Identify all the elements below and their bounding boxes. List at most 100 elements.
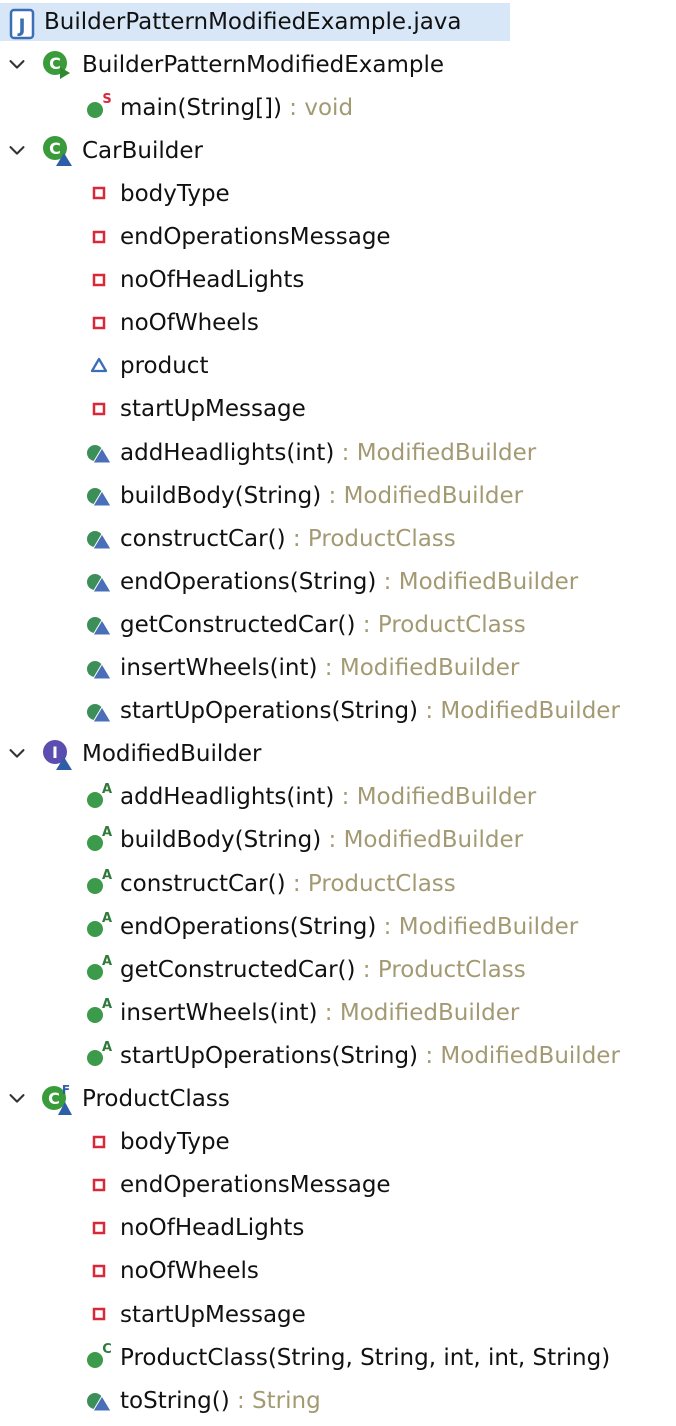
- outline-member-row[interactable]: getConstructedCar() : ProductClass: [0, 603, 676, 646]
- outline-member-row[interactable]: startUpOperations(String) : ModifiedBuil…: [0, 690, 676, 733]
- member-signature: startUpMessage: [120, 396, 306, 423]
- default-method-icon: [82, 564, 116, 598]
- member-signature: endOperations(String): [120, 568, 377, 595]
- outline-member-row[interactable]: AinsertWheels(int) : ModifiedBuilder: [0, 991, 676, 1034]
- outline-class-row[interactable]: C F ProductClass: [0, 1078, 676, 1121]
- member-return-type: : String: [229, 1387, 321, 1414]
- private-field-icon: [82, 1254, 116, 1288]
- svg-text:A: A: [102, 868, 112, 883]
- outline-label: insertWheels(int) : ModifiedBuilder: [120, 655, 519, 681]
- outline-member-row[interactable]: buildBody(String) : ModifiedBuilder: [0, 474, 676, 517]
- outline-tree: J BuilderPatternModifiedExample.java C Buil…: [0, 0, 676, 1426]
- outline-label: getConstructedCar() : ProductClass: [120, 612, 526, 638]
- outline-label: BuilderPatternModifiedExample: [82, 52, 444, 78]
- outline-member-row[interactable]: bodyType: [0, 1121, 676, 1164]
- member-signature: constructCar(): [120, 525, 286, 552]
- interface-icon: I: [40, 737, 74, 771]
- outline-label: main(String[]) : void: [120, 95, 353, 121]
- file-name: BuilderPatternModifiedExample.java: [44, 9, 462, 35]
- outline-label: noOfHeadLights: [120, 1215, 304, 1241]
- outline-member-row[interactable]: constructCar() : ProductClass: [0, 517, 676, 560]
- member-return-type: : ModifiedBuilder: [376, 568, 579, 595]
- member-signature: noOfWheels: [120, 1258, 259, 1285]
- svg-text:S: S: [102, 92, 111, 107]
- abstract-method-icon: A: [82, 866, 116, 900]
- outline-label: product: [120, 353, 208, 379]
- outline-class-row[interactable]: I ModifiedBuilder: [0, 733, 676, 776]
- expand-toggle-chevron-icon[interactable]: [4, 52, 30, 78]
- svg-text:A: A: [102, 782, 112, 797]
- outline-label: noOfHeadLights: [120, 267, 304, 293]
- outline-member-row[interactable]: AstartUpOperations(String) : ModifiedBui…: [0, 1034, 676, 1077]
- outline-member-row[interactable]: toString() : String: [0, 1379, 676, 1422]
- outline-label: endOperationsMessage: [120, 224, 391, 250]
- member-return-type: : ModifiedBuilder: [418, 1042, 620, 1069]
- member-signature: startUpOperations(String): [120, 698, 419, 725]
- member-signature: product: [120, 353, 209, 380]
- outline-member-row[interactable]: startUpMessage: [0, 388, 676, 431]
- outline-member-row[interactable]: endOperationsMessage: [0, 1164, 676, 1207]
- outline-label: buildBody(String) : ModifiedBuilder: [120, 483, 523, 509]
- outline-member-row[interactable]: insertWheels(int) : ModifiedBuilder: [0, 647, 676, 690]
- class-name: ModifiedBuilder: [82, 741, 262, 768]
- expand-toggle-chevron-icon[interactable]: [4, 741, 30, 767]
- svg-text:A: A: [102, 954, 112, 969]
- member-return-type: : ProductClass: [285, 870, 456, 897]
- svg-text:A: A: [102, 1040, 112, 1055]
- private-field-icon: [82, 1211, 116, 1245]
- expand-toggle-chevron-icon[interactable]: [4, 1086, 30, 1112]
- outline-member-row[interactable]: noOfHeadLights: [0, 259, 676, 302]
- outline-member-row[interactable]: bodyType: [0, 172, 676, 215]
- outline-member-row[interactable]: AaddHeadlights(int) : ModifiedBuilder: [0, 776, 676, 819]
- outline-label: insertWheels(int) : ModifiedBuilder: [120, 1000, 519, 1026]
- outline-member-row[interactable]: noOfWheels: [0, 1250, 676, 1293]
- outline-member-row[interactable]: AbuildBody(String) : ModifiedBuilder: [0, 819, 676, 862]
- outline-member-row[interactable]: endOperationsMessage: [0, 216, 676, 259]
- outline-member-row[interactable]: C ProductClass(String, String, int, int, …: [0, 1336, 676, 1379]
- member-return-type: : ProductClass: [355, 611, 526, 638]
- member-return-type: : ModifiedBuilder: [321, 482, 524, 509]
- private-field-icon: [82, 263, 116, 297]
- member-signature: endOperations(String): [120, 913, 377, 940]
- outline-member-row[interactable]: AgetConstructedCar() : ProductClass: [0, 948, 676, 991]
- member-signature: getConstructedCar(): [120, 611, 356, 638]
- member-signature: insertWheels(int): [120, 655, 318, 681]
- svg-text:F: F: [62, 1083, 70, 1097]
- member-signature: toString(): [120, 1387, 230, 1414]
- outline-label: bodyType: [120, 1129, 230, 1155]
- private-field-icon: [82, 392, 116, 426]
- member-signature: main(String[]): [120, 94, 282, 121]
- outline-label: constructCar() : ProductClass: [120, 526, 456, 552]
- member-signature: noOfWheels: [120, 310, 259, 337]
- outline-label: endOperations(String) : ModifiedBuilder: [120, 569, 578, 595]
- outline-class-row[interactable]: C BuilderPatternModifiedExample: [0, 43, 676, 86]
- outline-member-row[interactable]: addHeadlights(int) : ModifiedBuilder: [0, 431, 676, 474]
- member-signature: noOfHeadLights: [120, 1215, 305, 1242]
- outline-member-row[interactable]: AconstructCar() : ProductClass: [0, 862, 676, 905]
- svg-text:C: C: [102, 1342, 112, 1357]
- outline-member-row[interactable]: AendOperations(String) : ModifiedBuilder: [0, 905, 676, 948]
- outline-member-row[interactable]: product: [0, 345, 676, 388]
- outline-member-row[interactable]: startUpMessage: [0, 1293, 676, 1336]
- outline-member-row[interactable]: Smain(String[]) : void: [0, 86, 676, 129]
- class-name: BuilderPatternModifiedExample: [82, 51, 445, 78]
- outline-label: noOfWheels: [120, 1258, 259, 1284]
- default-method-icon: [82, 651, 116, 685]
- class-name: ProductClass: [82, 1086, 230, 1112]
- member-signature: insertWheels(int): [120, 999, 318, 1026]
- outline-member-row[interactable]: noOfWheels: [0, 302, 676, 345]
- outline-member-row[interactable]: endOperations(String) : ModifiedBuilder: [0, 560, 676, 603]
- class-name: CarBuilder: [82, 137, 203, 164]
- outline-class-row[interactable]: C CarBuilder: [0, 129, 676, 172]
- default-method-icon: [82, 694, 116, 728]
- expand-toggle-chevron-icon[interactable]: [4, 138, 30, 164]
- default-method-icon: [82, 1383, 116, 1417]
- private-field-icon: [82, 176, 116, 210]
- member-return-type: : ModifiedBuilder: [317, 655, 520, 681]
- default-method-icon: [82, 607, 116, 641]
- member-signature: bodyType: [120, 180, 230, 207]
- outline-member-row[interactable]: noOfHeadLights: [0, 1207, 676, 1250]
- outline-file-row[interactable]: J BuilderPatternModifiedExample.java: [0, 3, 510, 41]
- member-signature: addHeadlights(int): [120, 439, 335, 466]
- outline-label: addHeadlights(int) : ModifiedBuilder: [120, 784, 536, 810]
